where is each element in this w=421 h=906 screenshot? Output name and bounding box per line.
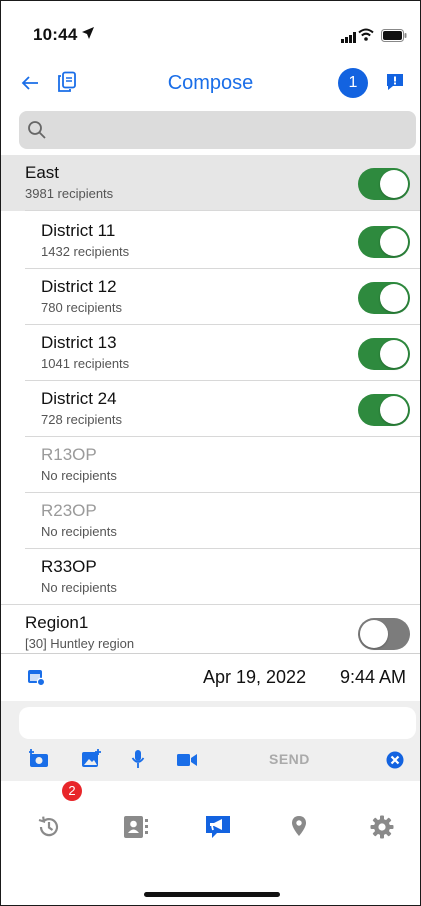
group-row[interactable]: District 24 728 recipients — [1, 381, 420, 437]
group-row[interactable]: District 11 1432 recipients — [1, 213, 420, 269]
group-text: R23OP No recipients — [41, 501, 117, 539]
schedule-time[interactable]: 9:44 AM — [340, 667, 406, 688]
group-name: R33OP — [41, 557, 97, 576]
group-text: District 24 728 recipients — [41, 389, 122, 427]
group-row[interactable]: R23OP No recipients — [1, 493, 420, 549]
toggle-knob — [380, 284, 408, 312]
group-row[interactable]: R33OP No recipients — [1, 549, 420, 605]
message-alert-icon[interactable] — [385, 72, 405, 97]
history-icon[interactable] — [37, 815, 61, 844]
signal-icon — [341, 30, 357, 48]
search-bar[interactable] — [19, 111, 416, 149]
group-text: District 11 1432 recipients — [41, 221, 129, 259]
gear-icon[interactable] — [370, 815, 394, 844]
status-bar: 10:44 — [1, 1, 420, 63]
group-row[interactable]: District 12 780 recipients — [1, 269, 420, 325]
add-camera-icon[interactable] — [28, 749, 51, 774]
video-icon[interactable] — [177, 753, 197, 771]
contacts-icon[interactable] — [123, 815, 149, 844]
group-name: District 12 — [41, 277, 117, 296]
group-text: R13OP No recipients — [41, 445, 117, 483]
group-toggle[interactable] — [358, 338, 410, 370]
toggle-knob — [380, 170, 408, 198]
group-toggle[interactable] — [358, 282, 410, 314]
group-row[interactable]: District 13 1041 recipients — [1, 325, 420, 381]
tab-bar: 2 — [1, 781, 420, 871]
megaphone-icon[interactable] — [205, 815, 231, 844]
group-recipient-count: 1432 recipients — [41, 244, 130, 259]
location-arrow-icon — [81, 26, 95, 44]
app-frame: 10:44 Compose 1 East 3981 recipients Dis… — [0, 0, 421, 906]
group-text: District 13 1041 recipients — [41, 333, 129, 371]
group-text: R33OP No recipients — [41, 557, 117, 595]
group-toggle[interactable] — [358, 168, 410, 200]
message-box[interactable] — [19, 707, 416, 739]
group-recipient-count: 1041 recipients — [41, 356, 130, 371]
microphone-icon[interactable] — [131, 749, 145, 774]
recipient-group-list: East 3981 recipients District 11 1432 recip… — [1, 155, 420, 653]
group-toggle[interactable] — [358, 226, 410, 258]
schedule-row[interactable]: Apr 19, 2022 9:44 AM — [1, 653, 420, 702]
message-input[interactable] — [19, 707, 416, 739]
group-name: R13OP — [41, 445, 97, 464]
group-name: R23OP — [41, 501, 97, 520]
group-recipient-count: No recipients — [41, 580, 117, 595]
toggle-knob — [380, 228, 408, 256]
battery-icon — [381, 29, 407, 47]
group-row[interactable]: Region1 [30] Huntley region — [1, 605, 420, 653]
search-input[interactable] — [53, 117, 407, 145]
cancel-icon[interactable] — [386, 751, 404, 774]
calendar-clock-icon[interactable] — [27, 668, 46, 691]
schedule-date[interactable]: Apr 19, 2022 — [203, 667, 306, 688]
group-toggle[interactable] — [358, 618, 410, 650]
group-name: East — [25, 163, 60, 182]
home-indicator[interactable] — [144, 892, 280, 897]
group-name: District 11 — [41, 221, 116, 240]
send-button[interactable]: SEND — [269, 751, 310, 767]
group-name: Region1 — [25, 613, 89, 632]
status-time: 10:44 — [33, 25, 78, 44]
group-text: Region1 [30] Huntley region — [25, 613, 134, 651]
map-pin-icon[interactable] — [291, 815, 307, 842]
group-row[interactable]: R13OP No recipients — [1, 437, 420, 493]
toggle-knob — [380, 396, 408, 424]
wifi-icon — [358, 28, 374, 46]
group-recipient-count: [30] Huntley region — [25, 636, 135, 651]
group-recipient-count: No recipients — [41, 468, 117, 483]
notification-count-badge[interactable]: 1 — [338, 68, 368, 98]
group-recipient-count: 728 recipients — [41, 412, 122, 427]
nav-header: Compose 1 — [1, 63, 420, 107]
compose-panel: SEND — [1, 701, 420, 781]
toggle-knob — [360, 620, 388, 648]
group-recipient-count: No recipients — [41, 524, 117, 539]
group-recipient-count: 3981 recipients — [25, 186, 114, 201]
toggle-knob — [380, 340, 408, 368]
history-badge: 2 — [62, 781, 82, 801]
search-icon — [27, 120, 47, 145]
row-divider — [25, 210, 420, 211]
group-name: District 13 — [41, 333, 117, 352]
group-row[interactable]: East 3981 recipients — [1, 155, 420, 211]
group-toggle[interactable] — [358, 394, 410, 426]
group-text: East 3981 recipients — [25, 163, 113, 201]
group-recipient-count: 780 recipients — [41, 300, 122, 315]
group-text: District 12 780 recipients — [41, 277, 122, 315]
group-name: District 24 — [41, 389, 117, 408]
add-image-icon[interactable] — [81, 749, 103, 774]
